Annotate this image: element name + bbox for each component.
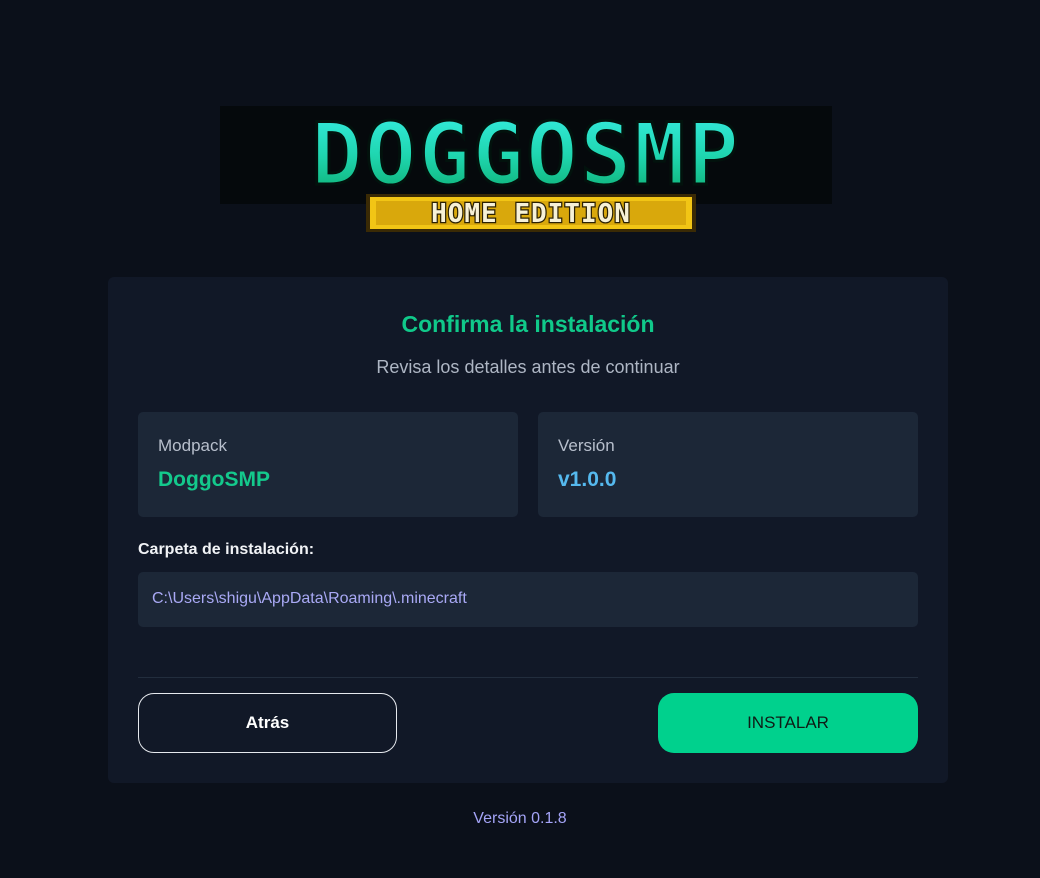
- install-folder-label: Carpeta de instalación:: [138, 541, 315, 558]
- version-value: v1.0.0: [558, 468, 617, 491]
- card-subtitle: Revisa los detalles antes de continuar: [376, 357, 680, 377]
- doggosmp-logo: DOGGOSMP HOME EDITION: [216, 96, 836, 236]
- divider: [138, 677, 918, 678]
- install-button[interactable]: INSTALAR: [658, 693, 918, 753]
- card-title: Confirma la instalación: [401, 311, 655, 337]
- version-info-box: Versión v1.0.0: [538, 412, 918, 517]
- back-button[interactable]: Atrás: [138, 693, 397, 753]
- app-version-label: Versión 0.1.8: [473, 810, 567, 827]
- logo-subtitle: HOME EDITION: [431, 199, 631, 229]
- modpack-value: DoggoSMP: [158, 468, 270, 491]
- version-label: Versión: [558, 436, 615, 455]
- logo-title: DOGGOSMP: [311, 105, 741, 205]
- modpack-info-box: Modpack DoggoSMP: [138, 412, 518, 517]
- install-folder-field[interactable]: C:\Users\shigu\AppData\Roaming\.minecraf…: [138, 572, 918, 627]
- installer-page: DOGGOSMP HOME EDITION Confirma la instal…: [0, 0, 1040, 878]
- install-folder-path: C:\Users\shigu\AppData\Roaming\.minecraf…: [152, 590, 467, 607]
- install-confirm-card: Confirma la instalación Revisa los detal…: [108, 277, 948, 783]
- modpack-label: Modpack: [158, 436, 227, 455]
